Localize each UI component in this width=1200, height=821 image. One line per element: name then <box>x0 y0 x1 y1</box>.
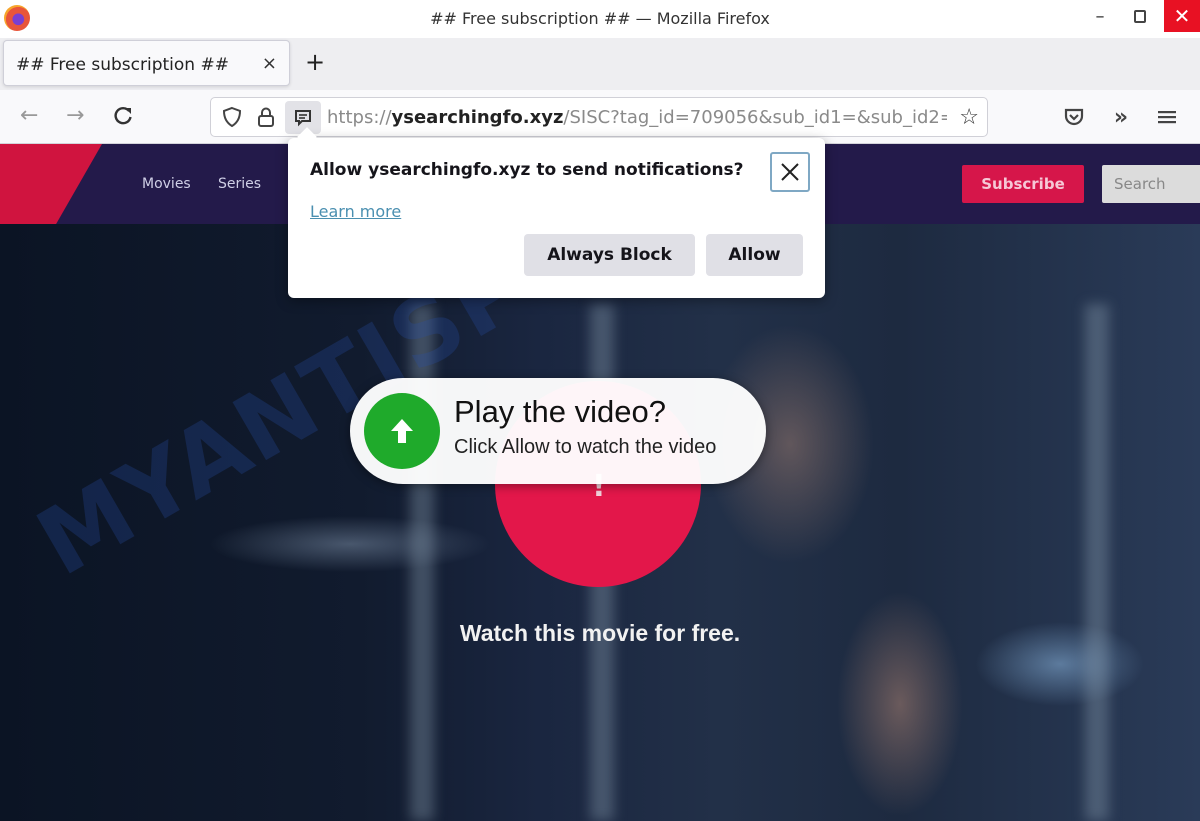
tracking-protection-shield-icon[interactable] <box>221 106 243 128</box>
notification-permission-popup: Allow ysearchingfo.xyz to send notificat… <box>288 127 825 298</box>
watch-free-text: Watch this movie for free. <box>459 620 741 646</box>
tab-free-subscription[interactable]: ## Free subscription ## × <box>3 40 290 86</box>
play-video-prompt[interactable]: Play the video? Click Allow to watch the… <box>350 378 766 484</box>
reload-icon <box>114 106 132 125</box>
play-prompt-subtitle: Click Allow to watch the video <box>454 436 717 458</box>
site-search-input[interactable]: Search <box>1102 165 1200 203</box>
site-logo[interactable] <box>0 144 102 224</box>
hamburger-menu-icon[interactable] <box>1154 104 1180 130</box>
permission-title: Allow ysearchingfo.xyz to send notificat… <box>310 160 744 180</box>
navigation-toolbar: ← → https://ysearchingfo.xyz/SISC?tag_id… <box>0 90 1200 144</box>
background-light-stripe <box>1085 304 1109 821</box>
subscribe-button[interactable]: Subscribe <box>962 165 1084 203</box>
bookmark-star-icon[interactable]: ☆ <box>959 105 979 130</box>
new-tab-button[interactable]: + <box>305 50 325 74</box>
play-prompt-title: Play the video? <box>454 394 666 429</box>
minimize-button[interactable]: – <box>1080 0 1120 32</box>
url-scheme: https:// <box>327 107 392 128</box>
lock-icon[interactable] <box>255 106 277 128</box>
url-bar[interactable]: https://ysearchingfo.xyz/SISC?tag_id=709… <box>210 97 988 137</box>
site-nav-movies[interactable]: Movies <box>142 176 191 192</box>
maximize-button[interactable] <box>1120 0 1160 32</box>
tab-strip: ## Free subscription ## × + <box>0 38 1200 90</box>
url-path: /SISC?tag_id=709056&sub_id1=&sub_id2= <box>563 107 947 128</box>
learn-more-link[interactable]: Learn more <box>310 202 401 221</box>
popup-close-button[interactable] <box>770 152 810 192</box>
reload-button[interactable] <box>112 105 134 132</box>
window-titlebar: ## Free subscription ## — Mozilla Firefo… <box>0 0 1200 38</box>
site-nav-series[interactable]: Series <box>218 176 261 192</box>
close-window-button[interactable]: ✕ <box>1164 0 1200 32</box>
url-text[interactable]: https://ysearchingfo.xyz/SISC?tag_id=709… <box>327 107 947 128</box>
back-button[interactable]: ← <box>20 105 38 127</box>
pocket-icon[interactable] <box>1061 104 1087 130</box>
overflow-menu-icon[interactable]: » <box>1108 104 1134 130</box>
close-icon <box>781 163 799 181</box>
tab-label: ## Free subscription ## <box>16 55 229 75</box>
arrow-up-icon <box>364 393 440 469</box>
notification-permission-icon[interactable] <box>285 101 321 134</box>
maximize-icon <box>1134 9 1146 23</box>
forward-button[interactable]: → <box>66 105 84 127</box>
window-title: ## Free subscription ## — Mozilla Firefo… <box>430 9 770 28</box>
url-domain: ysearchingfo.xyz <box>391 107 564 128</box>
tab-close-icon[interactable]: × <box>262 53 277 74</box>
allow-button[interactable]: Allow <box>706 234 803 276</box>
always-block-button[interactable]: Always Block <box>524 234 695 276</box>
